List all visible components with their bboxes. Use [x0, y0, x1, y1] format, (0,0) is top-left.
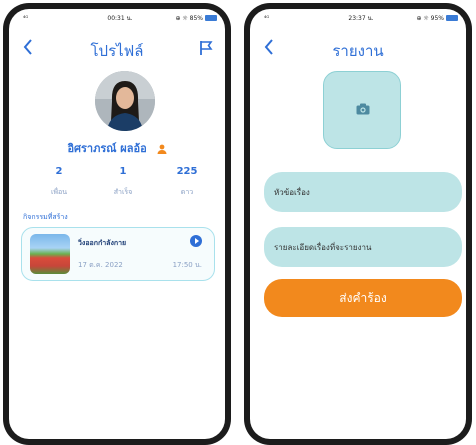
- detail-input[interactable]: รายละเอียดเรื่องที่จะรายงาน: [264, 227, 462, 267]
- camera-icon: [356, 103, 370, 115]
- submit-button[interactable]: ส่งคำร้อง: [264, 279, 462, 317]
- user-name-row: อิศราภรณ์ ผลอ้อ: [9, 139, 225, 157]
- stat-completed[interactable]: 1 สำเร็จ: [93, 166, 153, 198]
- activity-time: 17:50 น.: [172, 261, 202, 269]
- activity-date: 17 ต.ค. 2022: [78, 261, 123, 269]
- subject-input[interactable]: หัวข้อเรื่อง: [264, 172, 462, 212]
- subject-placeholder: หัวข้อเรื่อง: [274, 187, 310, 197]
- report-screen: ⁴ᴳ 23:37 น. ⊕ ☼ 95% รายงาน หัวข้อเรื่อง …: [250, 9, 466, 439]
- signal-indicator: ⁴ᴳ: [23, 14, 29, 22]
- activity-title: วิ่งออกกำลังกาย: [78, 239, 127, 247]
- page-title: รายงาน: [332, 42, 384, 60]
- profile-screen: ⁴ᴳ 00:31 น. ⊕ ☼ 85% โปรไฟล์ อิศราภรณ์ ผล…: [9, 9, 225, 439]
- stat-stars[interactable]: 225 ดาว: [157, 166, 217, 198]
- signal-indicator: ⁴ᴳ: [264, 14, 270, 22]
- battery-indicator: ⊕ ☼ 95%: [416, 15, 458, 22]
- play-icon[interactable]: [190, 235, 202, 247]
- phone-frame-report: ⁴ᴳ 23:37 น. ⊕ ☼ 95% รายงาน หัวข้อเรื่อง …: [244, 3, 472, 445]
- phone-frame-profile: ⁴ᴳ 00:31 น. ⊕ ☼ 85% โปรไฟล์ อิศราภรณ์ ผล…: [3, 3, 231, 445]
- user-name: อิศราภรณ์ ผลอ้อ: [67, 142, 147, 155]
- stat-friends[interactable]: 2 เพื่อน: [29, 166, 89, 198]
- battery-indicator: ⊕ ☼ 85%: [175, 15, 217, 22]
- section-title: กิจกรรมที่สร้าง: [23, 213, 68, 221]
- photo-upload-button[interactable]: [323, 71, 401, 149]
- status-time: 23:37 น.: [348, 15, 374, 22]
- detail-placeholder: รายละเอียดเรื่องที่จะรายงาน: [274, 242, 372, 252]
- flag-icon[interactable]: [199, 40, 213, 56]
- activity-card[interactable]: วิ่งออกกำลังกาย 17 ต.ค. 2022 17:50 น.: [21, 227, 215, 281]
- status-bar: ⁴ᴳ 00:31 น. ⊕ ☼ 85%: [23, 12, 217, 24]
- page-title: โปรไฟล์: [90, 42, 144, 60]
- activity-thumbnail: [30, 234, 70, 274]
- person-icon[interactable]: [157, 144, 167, 154]
- avatar: [95, 71, 155, 131]
- status-time: 00:31 น.: [107, 15, 133, 22]
- battery-icon: [446, 15, 458, 21]
- status-bar: ⁴ᴳ 23:37 น. ⊕ ☼ 95%: [264, 12, 458, 24]
- battery-icon: [205, 15, 217, 21]
